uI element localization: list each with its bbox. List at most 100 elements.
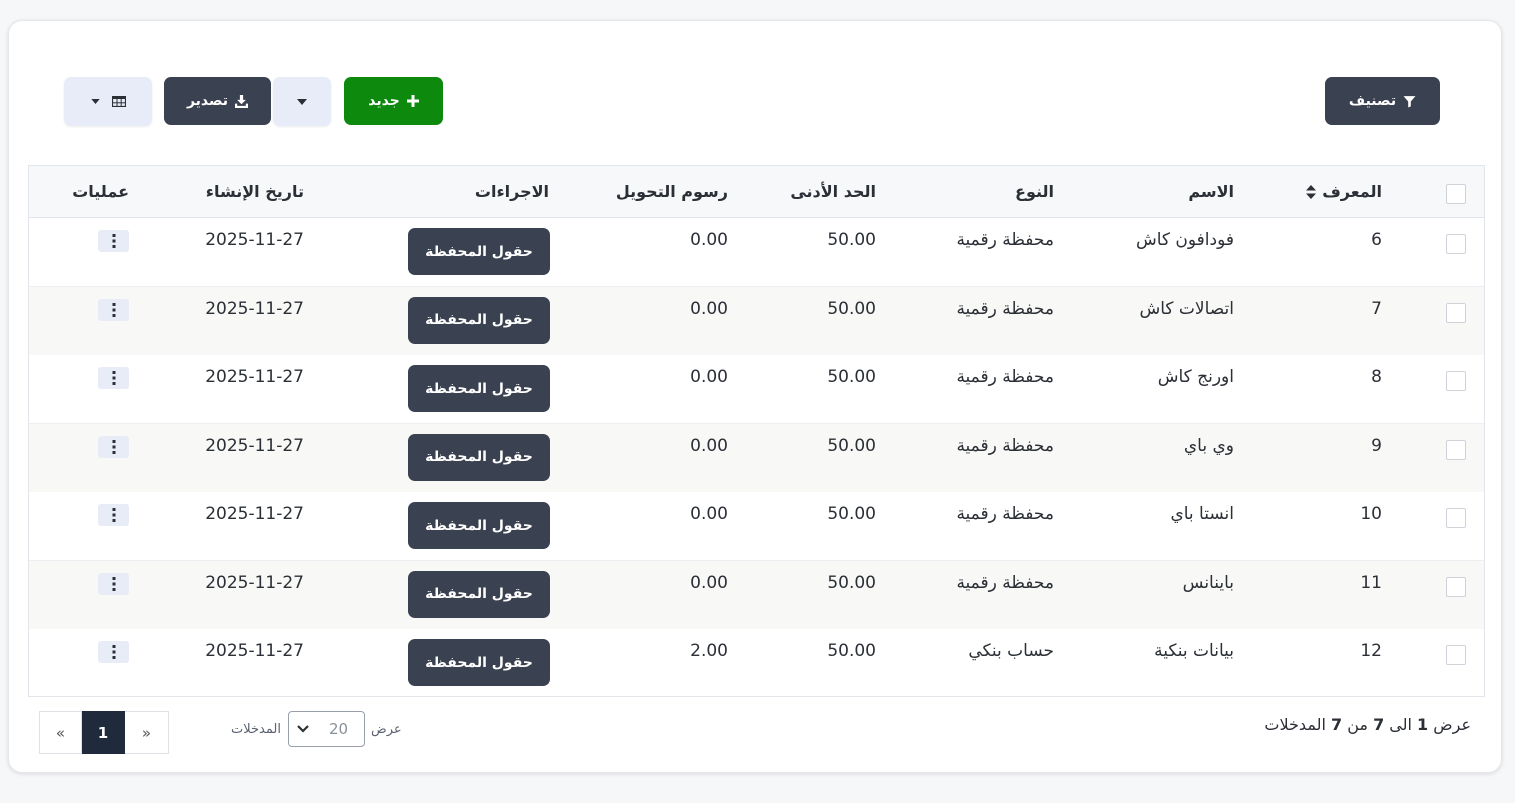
wallet-fields-button[interactable]: حقول المحفظة (408, 296, 550, 344)
cell-id: 10 (1360, 504, 1382, 524)
export-label: تصدير (186, 93, 229, 109)
chevron-down-icon (297, 725, 309, 733)
cell-created: 2025-11-27 (205, 298, 304, 319)
filter-label: تصنيف (1348, 93, 1397, 109)
wallet-fields-button[interactable]: حقول المحفظة (408, 570, 550, 618)
cell-id: 12 (1360, 641, 1382, 661)
cell-min: 50.00 (827, 504, 876, 524)
cell-created: 2025-11-27 (205, 572, 304, 593)
cell-created: 2025-11-27 (205, 230, 304, 250)
wallet-fields-button[interactable]: حقول المحفظة (408, 433, 550, 481)
column-header-name[interactable]: الاسم (1188, 182, 1234, 201)
column-visibility-button[interactable] (64, 77, 152, 126)
pagination-page-1[interactable]: 1 (81, 711, 125, 754)
row-checkbox[interactable] (1446, 576, 1466, 597)
cell-fee: 2.00 (690, 641, 728, 661)
cell-type: محفظة رقمية (956, 367, 1054, 387)
cell-name: اورنج كاش (1157, 367, 1234, 387)
cell-min: 50.00 (827, 641, 876, 661)
cell-name: اتصالات كاش (1139, 298, 1234, 319)
cell-id: 11 (1360, 572, 1382, 593)
kebab-menu-icon (112, 439, 115, 454)
kebab-menu-icon (112, 645, 115, 659)
cell-fee: 0.00 (690, 230, 728, 250)
cell-created: 2025-11-27 (205, 435, 304, 456)
table-row: 9 وي باي محفظة رقمية 50.00 0.00 حقول المحفظة 2… (29, 423, 1484, 493)
cell-type: محفظة رقمية (956, 572, 1054, 593)
page-size-select[interactable]: 20 (288, 711, 365, 747)
table-grid-icon (111, 96, 126, 107)
row-options-button[interactable] (98, 298, 129, 321)
row-checkbox[interactable] (1446, 645, 1466, 665)
row-options-button[interactable] (98, 641, 129, 663)
row-options-button[interactable] (98, 572, 129, 595)
cell-type: محفظة رقمية (956, 298, 1054, 319)
table-row: 12 بيانات بنكية حساب بنكي 50.00 2.00 حقول الم… (29, 629, 1484, 696)
cell-created: 2025-11-27 (205, 504, 304, 524)
wallet-fields-button[interactable]: حقول المحفظة (408, 639, 550, 686)
row-options-button[interactable] (98, 435, 129, 458)
cell-type: حساب بنكي (968, 641, 1054, 661)
row-checkbox[interactable] (1446, 439, 1466, 460)
sort-icon (1306, 184, 1317, 199)
column-header-min[interactable]: الحد الأدنى (790, 182, 876, 201)
select-all-checkbox[interactable] (1446, 184, 1466, 204)
content-card: تصنيف جديد تصدير المعرف الاسم النوع الحد… (8, 20, 1502, 773)
column-header-created[interactable]: تاريخ الإنشاء (206, 182, 304, 201)
row-checkbox[interactable] (1446, 508, 1466, 528)
cell-name: وي باي (1183, 435, 1234, 456)
cell-min: 50.00 (827, 572, 876, 593)
table-header: المعرف الاسم النوع الحد الأدنى رسوم التح… (29, 166, 1484, 218)
filter-button[interactable]: تصنيف (1325, 77, 1440, 125)
pagination-prev[interactable]: « (124, 711, 169, 754)
export-options-dropdown[interactable] (273, 77, 331, 126)
kebab-menu-icon (112, 302, 115, 317)
cell-id: 9 (1371, 435, 1382, 456)
wallet-fields-button[interactable]: حقول المحفظة (408, 502, 550, 549)
cell-fee: 0.00 (690, 572, 728, 593)
export-button[interactable]: تصدير (164, 77, 271, 125)
data-table: المعرف الاسم النوع الحد الأدنى رسوم التح… (28, 165, 1485, 697)
row-options-button[interactable] (98, 230, 129, 252)
table-row: 6 فودافون كاش محفظة رقمية 50.00 0.00 حقول الم… (29, 218, 1484, 287)
column-header-ops: عمليات (72, 182, 129, 201)
caret-down-icon (90, 99, 100, 104)
new-label: جديد (368, 93, 400, 109)
cell-fee: 0.00 (690, 298, 728, 319)
column-header-fee[interactable]: رسوم التحويل (616, 182, 728, 201)
page-size-value: 20 (329, 720, 349, 738)
cell-fee: 0.00 (690, 435, 728, 456)
cell-created: 2025-11-27 (205, 641, 304, 661)
kebab-menu-icon (112, 371, 115, 385)
column-header-id[interactable]: المعرف (1306, 182, 1382, 201)
cell-name: بيانات بنكية (1154, 641, 1234, 661)
kebab-menu-icon (112, 508, 115, 522)
entries-label: المدخلات (231, 722, 281, 737)
table-row: 11 باينانس محفظة رقمية 50.00 0.00 حقول المحفظ… (29, 560, 1484, 630)
column-header-type[interactable]: النوع (1015, 182, 1054, 201)
row-checkbox[interactable] (1446, 302, 1466, 323)
cell-id: 6 (1371, 230, 1382, 250)
filter-icon (1403, 95, 1416, 107)
wallet-fields-button[interactable]: حقول المحفظة (408, 365, 550, 412)
wallet-fields-button[interactable]: حقول المحفظة (408, 228, 550, 275)
cell-min: 50.00 (827, 230, 876, 250)
row-options-button[interactable] (98, 367, 129, 389)
cell-name: فودافون كاش (1135, 230, 1234, 250)
new-button[interactable]: جديد (344, 77, 443, 125)
pagination-next[interactable]: » (39, 711, 82, 754)
table-row: 8 اورنج كاش محفظة رقمية 50.00 0.00 حقول المحف… (29, 355, 1484, 424)
table-row: 7 اتصالات كاش محفظة رقمية 50.00 0.00 حقول الم… (29, 286, 1484, 356)
cell-name: انستا باي (1170, 504, 1234, 524)
row-checkbox[interactable] (1446, 371, 1466, 391)
row-options-button[interactable] (98, 504, 129, 526)
column-header-actions: الاجراءات (474, 182, 549, 201)
row-checkbox[interactable] (1446, 234, 1466, 254)
cell-min: 50.00 (827, 298, 876, 319)
cell-type: محفظة رقمية (956, 504, 1054, 524)
kebab-menu-icon (112, 576, 115, 591)
kebab-menu-icon (112, 234, 115, 248)
cell-id: 7 (1371, 298, 1382, 319)
cell-min: 50.00 (827, 367, 876, 387)
plus-icon (406, 95, 419, 107)
